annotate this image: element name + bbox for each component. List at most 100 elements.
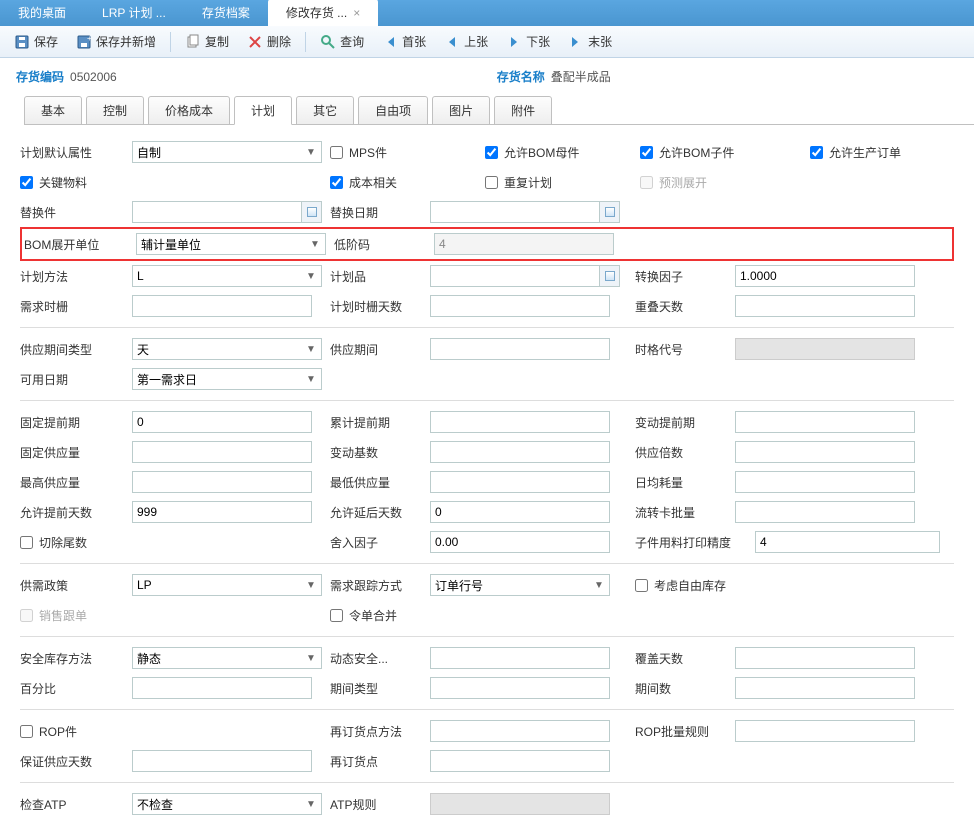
chevron-down-icon[interactable]: ▼	[301, 575, 321, 595]
allow-bom-child-checkbox[interactable]: 允许BOM子件	[640, 144, 734, 161]
supply-mult-input[interactable]	[735, 441, 915, 463]
main-tab-desktop[interactable]: 我的桌面	[0, 0, 84, 26]
reorder-point-input[interactable]	[430, 750, 610, 772]
check-atp-dropdown[interactable]	[132, 793, 322, 815]
supply-policy-dropdown[interactable]	[132, 574, 322, 596]
fixed-supply-input[interactable]	[132, 441, 312, 463]
delete-button[interactable]: 删除	[239, 30, 299, 53]
min-supply-input[interactable]	[430, 471, 610, 493]
chevron-down-icon[interactable]: ▼	[301, 142, 321, 162]
period-num-input[interactable]	[735, 677, 915, 699]
rop-checkbox[interactable]: ROP件	[20, 723, 132, 740]
allow-bom-parent-checkbox[interactable]: 允许BOM母件	[485, 144, 579, 161]
reorder-method-input[interactable]	[430, 720, 610, 742]
key-material-checkbox[interactable]: 关键物料	[20, 174, 132, 191]
var-base-input[interactable]	[430, 441, 610, 463]
supply-period-input[interactable]	[430, 338, 610, 360]
max-supply-input[interactable]	[132, 471, 312, 493]
allow-prod-order-checkbox[interactable]: 允许生产订单	[810, 144, 901, 161]
plan-section-1: 计划默认属性 ▼ MPS件 允许BOM母件 允许BOM子件 允许生产订单 关键物…	[20, 131, 954, 328]
chevron-down-icon[interactable]: ▼	[301, 648, 321, 668]
percent-label: 百分比	[20, 680, 132, 697]
fixed-lead-input[interactable]	[132, 411, 312, 433]
lookup-icon[interactable]	[301, 202, 321, 222]
tab-basic[interactable]: 基本	[24, 96, 82, 125]
replace-date-input[interactable]	[430, 201, 620, 223]
calendar-icon[interactable]	[599, 202, 619, 222]
cost-related-checkbox[interactable]: 成本相关	[330, 174, 397, 191]
replan-checkbox[interactable]: 重复计划	[485, 174, 552, 191]
allow-late-days-input[interactable]	[430, 501, 610, 523]
chevron-down-icon[interactable]: ▼	[301, 794, 321, 814]
round-factor-input[interactable]	[430, 531, 610, 553]
cover-days-label: 覆盖天数	[635, 650, 735, 667]
first-button[interactable]: 首张	[374, 30, 434, 53]
supply-period-type-dropdown[interactable]	[132, 338, 322, 360]
copy-button[interactable]: 复制	[177, 30, 237, 53]
cum-lead-input[interactable]	[430, 411, 610, 433]
save-new-button[interactable]: + 保存并新增	[68, 30, 164, 53]
cover-days-input[interactable]	[735, 647, 915, 669]
query-button[interactable]: 查询	[312, 30, 372, 53]
demand-track-dropdown[interactable]	[430, 574, 610, 596]
tab-free[interactable]: 自由项	[358, 96, 428, 125]
period-type-input[interactable]	[430, 677, 610, 699]
last-icon	[568, 34, 584, 50]
plan-default-dropdown[interactable]	[132, 141, 322, 163]
tab-pic[interactable]: 图片	[432, 96, 490, 125]
main-tab-stock-file[interactable]: 存货档案	[184, 0, 268, 26]
order-merge-checkbox[interactable]: 令单合并	[330, 607, 397, 624]
next-icon	[506, 34, 522, 50]
guarantee-days-input[interactable]	[132, 750, 312, 772]
var-lead-input[interactable]	[735, 411, 915, 433]
cut-tail-checkbox[interactable]: 切除尾数	[20, 534, 132, 551]
min-supply-label: 最低供应量	[330, 474, 430, 491]
bom-unit-dropdown[interactable]	[136, 233, 326, 255]
plan-item-input[interactable]	[430, 265, 620, 287]
chevron-down-icon[interactable]: ▼	[301, 369, 321, 389]
form-area: 计划默认属性 ▼ MPS件 允许BOM母件 允许BOM子件 允许生产订单 关键物…	[0, 125, 974, 831]
avail-date-dropdown[interactable]	[132, 368, 322, 390]
tab-attach[interactable]: 附件	[494, 96, 552, 125]
rop-batch-rule-input[interactable]	[735, 720, 915, 742]
chevron-down-icon[interactable]: ▼	[301, 339, 321, 359]
main-tab-edit-stock[interactable]: 修改存货 ...×	[268, 0, 378, 26]
lookup-icon[interactable]	[599, 266, 619, 286]
tab-other[interactable]: 其它	[296, 96, 354, 125]
consider-free-stock-checkbox[interactable]: 考虑自由库存	[635, 577, 726, 594]
plan-section-3: 固定提前期 累计提前期 变动提前期 固定供应量 变动基数 供应倍数 最高供应量 …	[20, 401, 954, 564]
flow-batch-input[interactable]	[735, 501, 915, 523]
dyn-safety-input[interactable]	[430, 647, 610, 669]
fixed-supply-label: 固定供应量	[20, 444, 132, 461]
save-button[interactable]: 保存	[6, 30, 66, 53]
demand-fence-label: 需求时栅	[20, 298, 132, 315]
main-tab-lrp[interactable]: LRP 计划 ...	[84, 0, 184, 26]
last-button[interactable]: 末张	[560, 30, 620, 53]
plan-method-dropdown[interactable]	[132, 265, 322, 287]
replace-input[interactable]	[132, 201, 322, 223]
safety-method-dropdown[interactable]	[132, 647, 322, 669]
percent-input[interactable]	[132, 677, 312, 699]
plan-fence-days-input[interactable]	[430, 295, 610, 317]
inventory-name-label: 存货名称	[497, 68, 545, 85]
chevron-down-icon[interactable]: ▼	[589, 575, 609, 595]
chevron-down-icon[interactable]: ▼	[305, 234, 325, 254]
prev-button[interactable]: 上张	[436, 30, 496, 53]
demand-fence-input[interactable]	[132, 295, 312, 317]
chevron-down-icon[interactable]: ▼	[301, 266, 321, 286]
next-button[interactable]: 下张	[498, 30, 558, 53]
child-print-prec-label: 子件用料打印精度	[635, 534, 755, 551]
conv-factor-input[interactable]	[735, 265, 915, 287]
tab-plan[interactable]: 计划	[234, 96, 292, 125]
svg-text:+: +	[87, 34, 92, 43]
daily-cons-input[interactable]	[735, 471, 915, 493]
time-code-label: 时格代号	[635, 341, 735, 358]
reorder-point-label: 再订货点	[330, 753, 430, 770]
tab-control[interactable]: 控制	[86, 96, 144, 125]
tab-cost[interactable]: 价格成本	[148, 96, 230, 125]
close-icon[interactable]: ×	[353, 6, 360, 20]
mps-checkbox[interactable]: MPS件	[330, 144, 387, 161]
allow-early-days-input[interactable]	[132, 501, 312, 523]
recount-days-input[interactable]	[735, 295, 915, 317]
child-print-prec-input[interactable]	[755, 531, 940, 553]
